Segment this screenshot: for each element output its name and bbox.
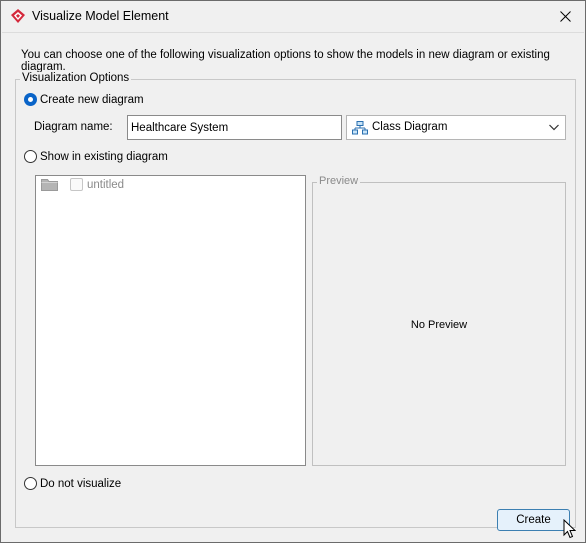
existing-diagram-tree[interactable]: untitled [35, 175, 306, 466]
create-new-diagram-option[interactable]: Create new diagram [24, 93, 144, 106]
dialog-description: You can choose one of the following visu… [21, 49, 550, 73]
do-not-visualize-radio[interactable] [24, 477, 37, 490]
title-bar[interactable]: Visualize Model Element [1, 1, 585, 32]
do-not-visualize-label: Do not visualize [40, 477, 122, 490]
no-preview-text: No Preview [410, 319, 468, 331]
diagram-name-label: Diagram name: [34, 121, 113, 133]
show-in-existing-diagram-label: Show in existing diagram [40, 150, 168, 163]
visualize-model-element-dialog: Visualize Model Element You can choose o… [0, 0, 586, 543]
show-in-existing-diagram-option[interactable]: Show in existing diagram [24, 150, 168, 163]
do-not-visualize-option[interactable]: Do not visualize [24, 477, 121, 490]
mouse-pointer-icon [563, 519, 576, 539]
tree-item: untitled [41, 178, 124, 191]
diagram-type-value: Class Diagram [372, 121, 448, 133]
dialog-body: You can choose one of the following visu… [2, 32, 584, 542]
diagram-type-select[interactable]: Class Diagram [346, 115, 566, 140]
close-icon [559, 11, 571, 22]
preview-panel: Preview No Preview [312, 175, 566, 466]
window-title: Visualize Model Element [32, 9, 169, 23]
tree-item-checkbox [70, 178, 83, 191]
close-button[interactable] [545, 1, 585, 32]
create-button[interactable]: Create [497, 509, 570, 531]
visualization-options-legend: Visualization Options [20, 72, 132, 84]
create-new-diagram-label: Create new diagram [40, 93, 144, 106]
app-logo-icon [11, 9, 25, 23]
tree-item-label: untitled [87, 178, 125, 191]
show-in-existing-diagram-radio[interactable] [24, 150, 37, 163]
preview-legend: Preview [317, 175, 361, 187]
folder-icon [41, 179, 58, 191]
class-diagram-icon [352, 121, 368, 135]
chevron-down-icon [549, 124, 559, 131]
diagram-name-input[interactable] [127, 115, 342, 140]
create-new-diagram-radio[interactable] [24, 93, 37, 106]
